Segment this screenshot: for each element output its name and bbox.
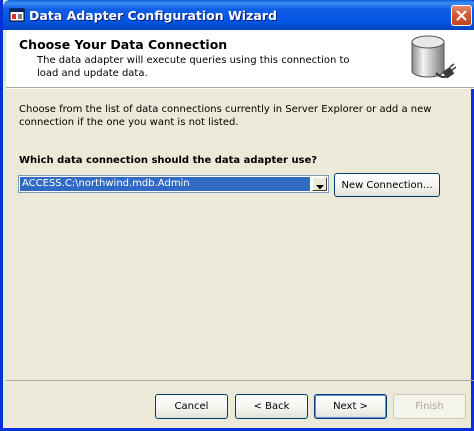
wizard-header: Choose Your Data Connection The data ada… (6, 30, 474, 88)
chevron-down-icon (315, 175, 324, 194)
connection-dropdown[interactable]: ACCESS.C:\northwind.mdb.Admin (18, 175, 329, 193)
cancel-button[interactable]: Cancel (155, 394, 228, 419)
window-title: Data Adapter Configuration Wizard (29, 8, 277, 23)
app-icon (9, 7, 25, 23)
back-button[interactable]: < Back (235, 394, 308, 419)
next-button[interactable]: Next > (314, 394, 387, 419)
header-separator (6, 88, 474, 89)
footer-separator (6, 380, 474, 381)
database-plug-icon (406, 33, 457, 85)
page-title: Choose Your Data Connection (19, 37, 228, 52)
wizard-window: Data Adapter Configuration Wizard Choose… (0, 0, 474, 431)
connection-question: Which data connection should the data ad… (19, 155, 318, 166)
finish-button[interactable]: Finish (393, 394, 466, 419)
title-bar[interactable]: Data Adapter Configuration Wizard (3, 0, 474, 30)
page-description: The data adapter will execute queries us… (37, 55, 350, 79)
connection-dropdown-value: ACCESS.C:\northwind.mdb.Admin (20, 177, 310, 191)
close-button[interactable] (451, 5, 472, 26)
new-connection-button[interactable]: New Connection... (334, 173, 440, 197)
intro-text: Choose from the list of data connections… (19, 104, 432, 128)
close-icon (456, 6, 467, 25)
dropdown-button[interactable] (312, 177, 327, 191)
